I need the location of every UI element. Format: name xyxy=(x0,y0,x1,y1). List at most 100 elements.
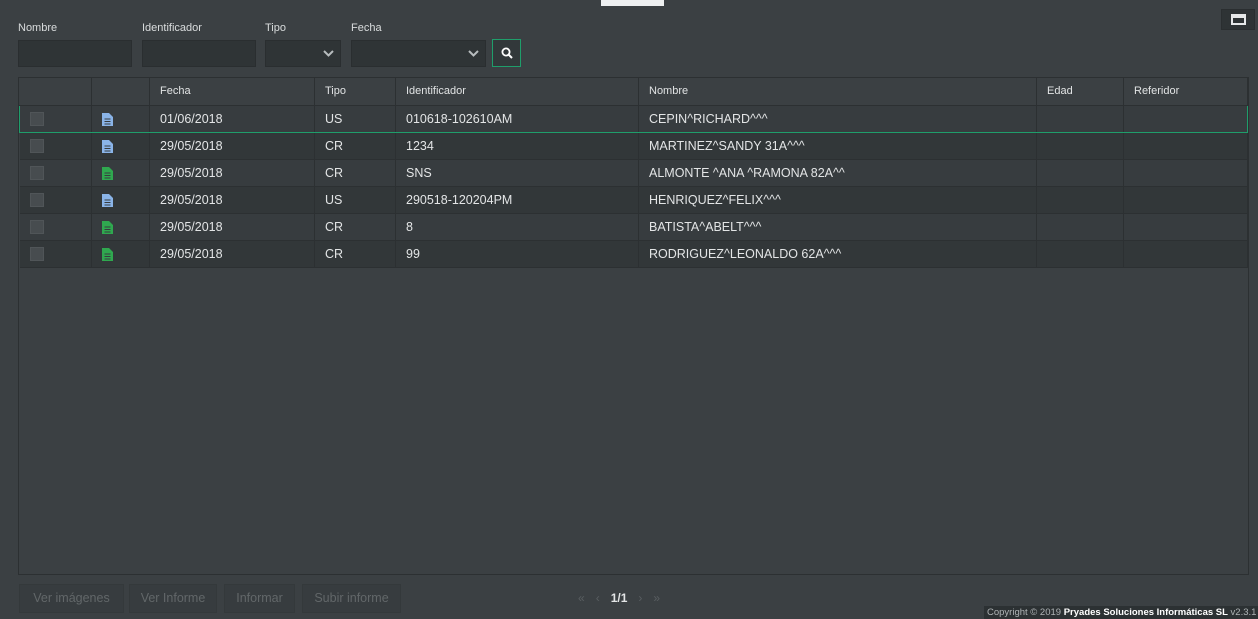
row-identificador: 290518-120204PM xyxy=(395,186,639,214)
table-row[interactable]: 01/06/2018 US 010618-102610AM CEPIN^RICH… xyxy=(19,104,1248,133)
header-referidor[interactable]: Referidor xyxy=(1123,78,1248,106)
chevron-down-icon xyxy=(461,41,485,66)
row-identificador: 010618-102610AM xyxy=(395,104,639,133)
header-select[interactable] xyxy=(19,78,92,106)
table-row[interactable]: 29/05/2018 CR 99 RODRIGUEZ^LEONALDO 62A^… xyxy=(19,240,1248,268)
row-report-cell xyxy=(91,186,150,214)
row-tipo: CR xyxy=(314,240,396,268)
table-row[interactable]: 29/05/2018 CR 1234 MARTINEZ^SANDY 31A^^^ xyxy=(19,132,1248,160)
row-tipo: US xyxy=(314,186,396,214)
row-select-cell[interactable] xyxy=(19,104,92,133)
ver-informe-button[interactable]: Ver Informe xyxy=(129,584,217,613)
row-select-cell[interactable] xyxy=(19,240,92,268)
document-icon[interactable] xyxy=(102,166,113,180)
row-nombre: RODRIGUEZ^LEONALDO 62A^^^ xyxy=(638,240,1037,268)
pagination: « ‹ 1/1 › » xyxy=(578,591,660,605)
row-tipo: CR xyxy=(314,132,396,160)
row-report-cell xyxy=(91,240,150,268)
studies-grid: Fecha Tipo Identificador Nombre Edad Ref… xyxy=(18,77,1249,575)
row-edad xyxy=(1036,104,1124,133)
nombre-input[interactable] xyxy=(18,40,132,67)
table-row[interactable]: 29/05/2018 CR 8 BATISTA^ABELT^^^ xyxy=(19,213,1248,241)
filter-bar: Nombre Identificador Tipo Fecha xyxy=(0,0,1258,70)
row-tipo: CR xyxy=(314,159,396,187)
row-referidor xyxy=(1123,213,1248,241)
row-fecha: 29/05/2018 xyxy=(149,186,315,214)
document-icon[interactable] xyxy=(102,220,113,234)
nombre-label: Nombre xyxy=(18,22,58,34)
row-edad xyxy=(1036,240,1124,268)
subir-informe-button[interactable]: Subir informe xyxy=(302,584,401,613)
first-page-button[interactable]: « xyxy=(578,591,585,605)
row-nombre: ALMONTE ^ANA ^RAMONA 82A^^ xyxy=(638,159,1037,187)
header-report[interactable] xyxy=(91,78,150,106)
document-icon[interactable] xyxy=(102,112,113,126)
row-nombre: BATISTA^ABELT^^^ xyxy=(638,213,1037,241)
header-tipo[interactable]: Tipo xyxy=(314,78,396,106)
row-checkbox[interactable] xyxy=(30,111,44,126)
row-checkbox[interactable] xyxy=(29,165,44,180)
tipo-label: Tipo xyxy=(265,22,286,34)
row-select-cell[interactable] xyxy=(19,159,92,187)
row-identificador: 8 xyxy=(395,213,639,241)
footer-toolbar: Ver imágenes Ver Informe Informar Subir … xyxy=(0,582,1258,619)
row-report-cell xyxy=(91,213,150,241)
table-row[interactable]: 29/05/2018 CR SNS ALMONTE ^ANA ^RAMONA 8… xyxy=(19,159,1248,187)
tipo-select[interactable] xyxy=(265,40,341,67)
next-page-button[interactable]: › xyxy=(638,591,642,605)
row-edad xyxy=(1036,159,1124,187)
grid-header-row: Fecha Tipo Identificador Nombre Edad Ref… xyxy=(19,78,1248,106)
row-referidor xyxy=(1123,159,1248,187)
header-identificador[interactable]: Identificador xyxy=(395,78,639,106)
row-select-cell[interactable] xyxy=(19,132,92,160)
row-identificador: SNS xyxy=(395,159,639,187)
row-report-cell xyxy=(91,159,150,187)
row-identificador: 99 xyxy=(395,240,639,268)
copyright-notice: Copyright © 2019 Pryades Soluciones Info… xyxy=(984,606,1258,619)
fecha-select[interactable] xyxy=(351,40,486,67)
row-fecha: 29/05/2018 xyxy=(149,213,315,241)
search-icon xyxy=(501,47,513,59)
row-checkbox[interactable] xyxy=(29,192,44,207)
row-fecha: 01/06/2018 xyxy=(149,104,315,133)
document-icon[interactable] xyxy=(102,193,113,207)
row-checkbox[interactable] xyxy=(29,138,44,153)
row-checkbox[interactable] xyxy=(29,219,44,234)
ver-imagenes-button[interactable]: Ver imágenes xyxy=(19,584,124,613)
row-tipo: CR xyxy=(314,213,396,241)
row-nombre: MARTINEZ^SANDY 31A^^^ xyxy=(638,132,1037,160)
row-select-cell[interactable] xyxy=(19,186,92,214)
row-fecha: 29/05/2018 xyxy=(149,159,315,187)
page-indicator: 1/1 xyxy=(610,591,628,605)
row-nombre: CEPIN^RICHARD^^^ xyxy=(638,104,1037,133)
row-checkbox[interactable] xyxy=(29,246,44,261)
table-row[interactable]: 29/05/2018 US 290518-120204PM HENRIQUEZ^… xyxy=(19,186,1248,214)
row-edad xyxy=(1036,186,1124,214)
row-report-cell xyxy=(91,104,150,133)
document-icon[interactable] xyxy=(102,247,113,261)
row-referidor xyxy=(1123,132,1248,160)
row-tipo: US xyxy=(314,104,396,133)
row-select-cell[interactable] xyxy=(19,213,92,241)
header-nombre[interactable]: Nombre xyxy=(638,78,1037,106)
last-page-button[interactable]: » xyxy=(653,591,660,605)
row-edad xyxy=(1036,132,1124,160)
header-fecha[interactable]: Fecha xyxy=(149,78,315,106)
row-referidor xyxy=(1123,186,1248,214)
row-edad xyxy=(1036,213,1124,241)
row-referidor xyxy=(1123,240,1248,268)
document-icon[interactable] xyxy=(102,139,113,153)
row-nombre: HENRIQUEZ^FELIX^^^ xyxy=(638,186,1037,214)
row-report-cell xyxy=(91,132,150,160)
chevron-down-icon xyxy=(316,41,340,66)
prev-page-button[interactable]: ‹ xyxy=(596,591,600,605)
header-edad[interactable]: Edad xyxy=(1036,78,1124,106)
row-fecha: 29/05/2018 xyxy=(149,132,315,160)
row-fecha: 29/05/2018 xyxy=(149,240,315,268)
copyright-company: Pryades Soluciones Informáticas SL xyxy=(1063,607,1228,618)
search-button[interactable] xyxy=(492,39,521,67)
copyright-version: v2.3.1 xyxy=(1227,607,1257,618)
row-identificador: 1234 xyxy=(395,132,639,160)
identificador-input[interactable] xyxy=(142,40,256,67)
informar-button[interactable]: Informar xyxy=(224,584,295,613)
